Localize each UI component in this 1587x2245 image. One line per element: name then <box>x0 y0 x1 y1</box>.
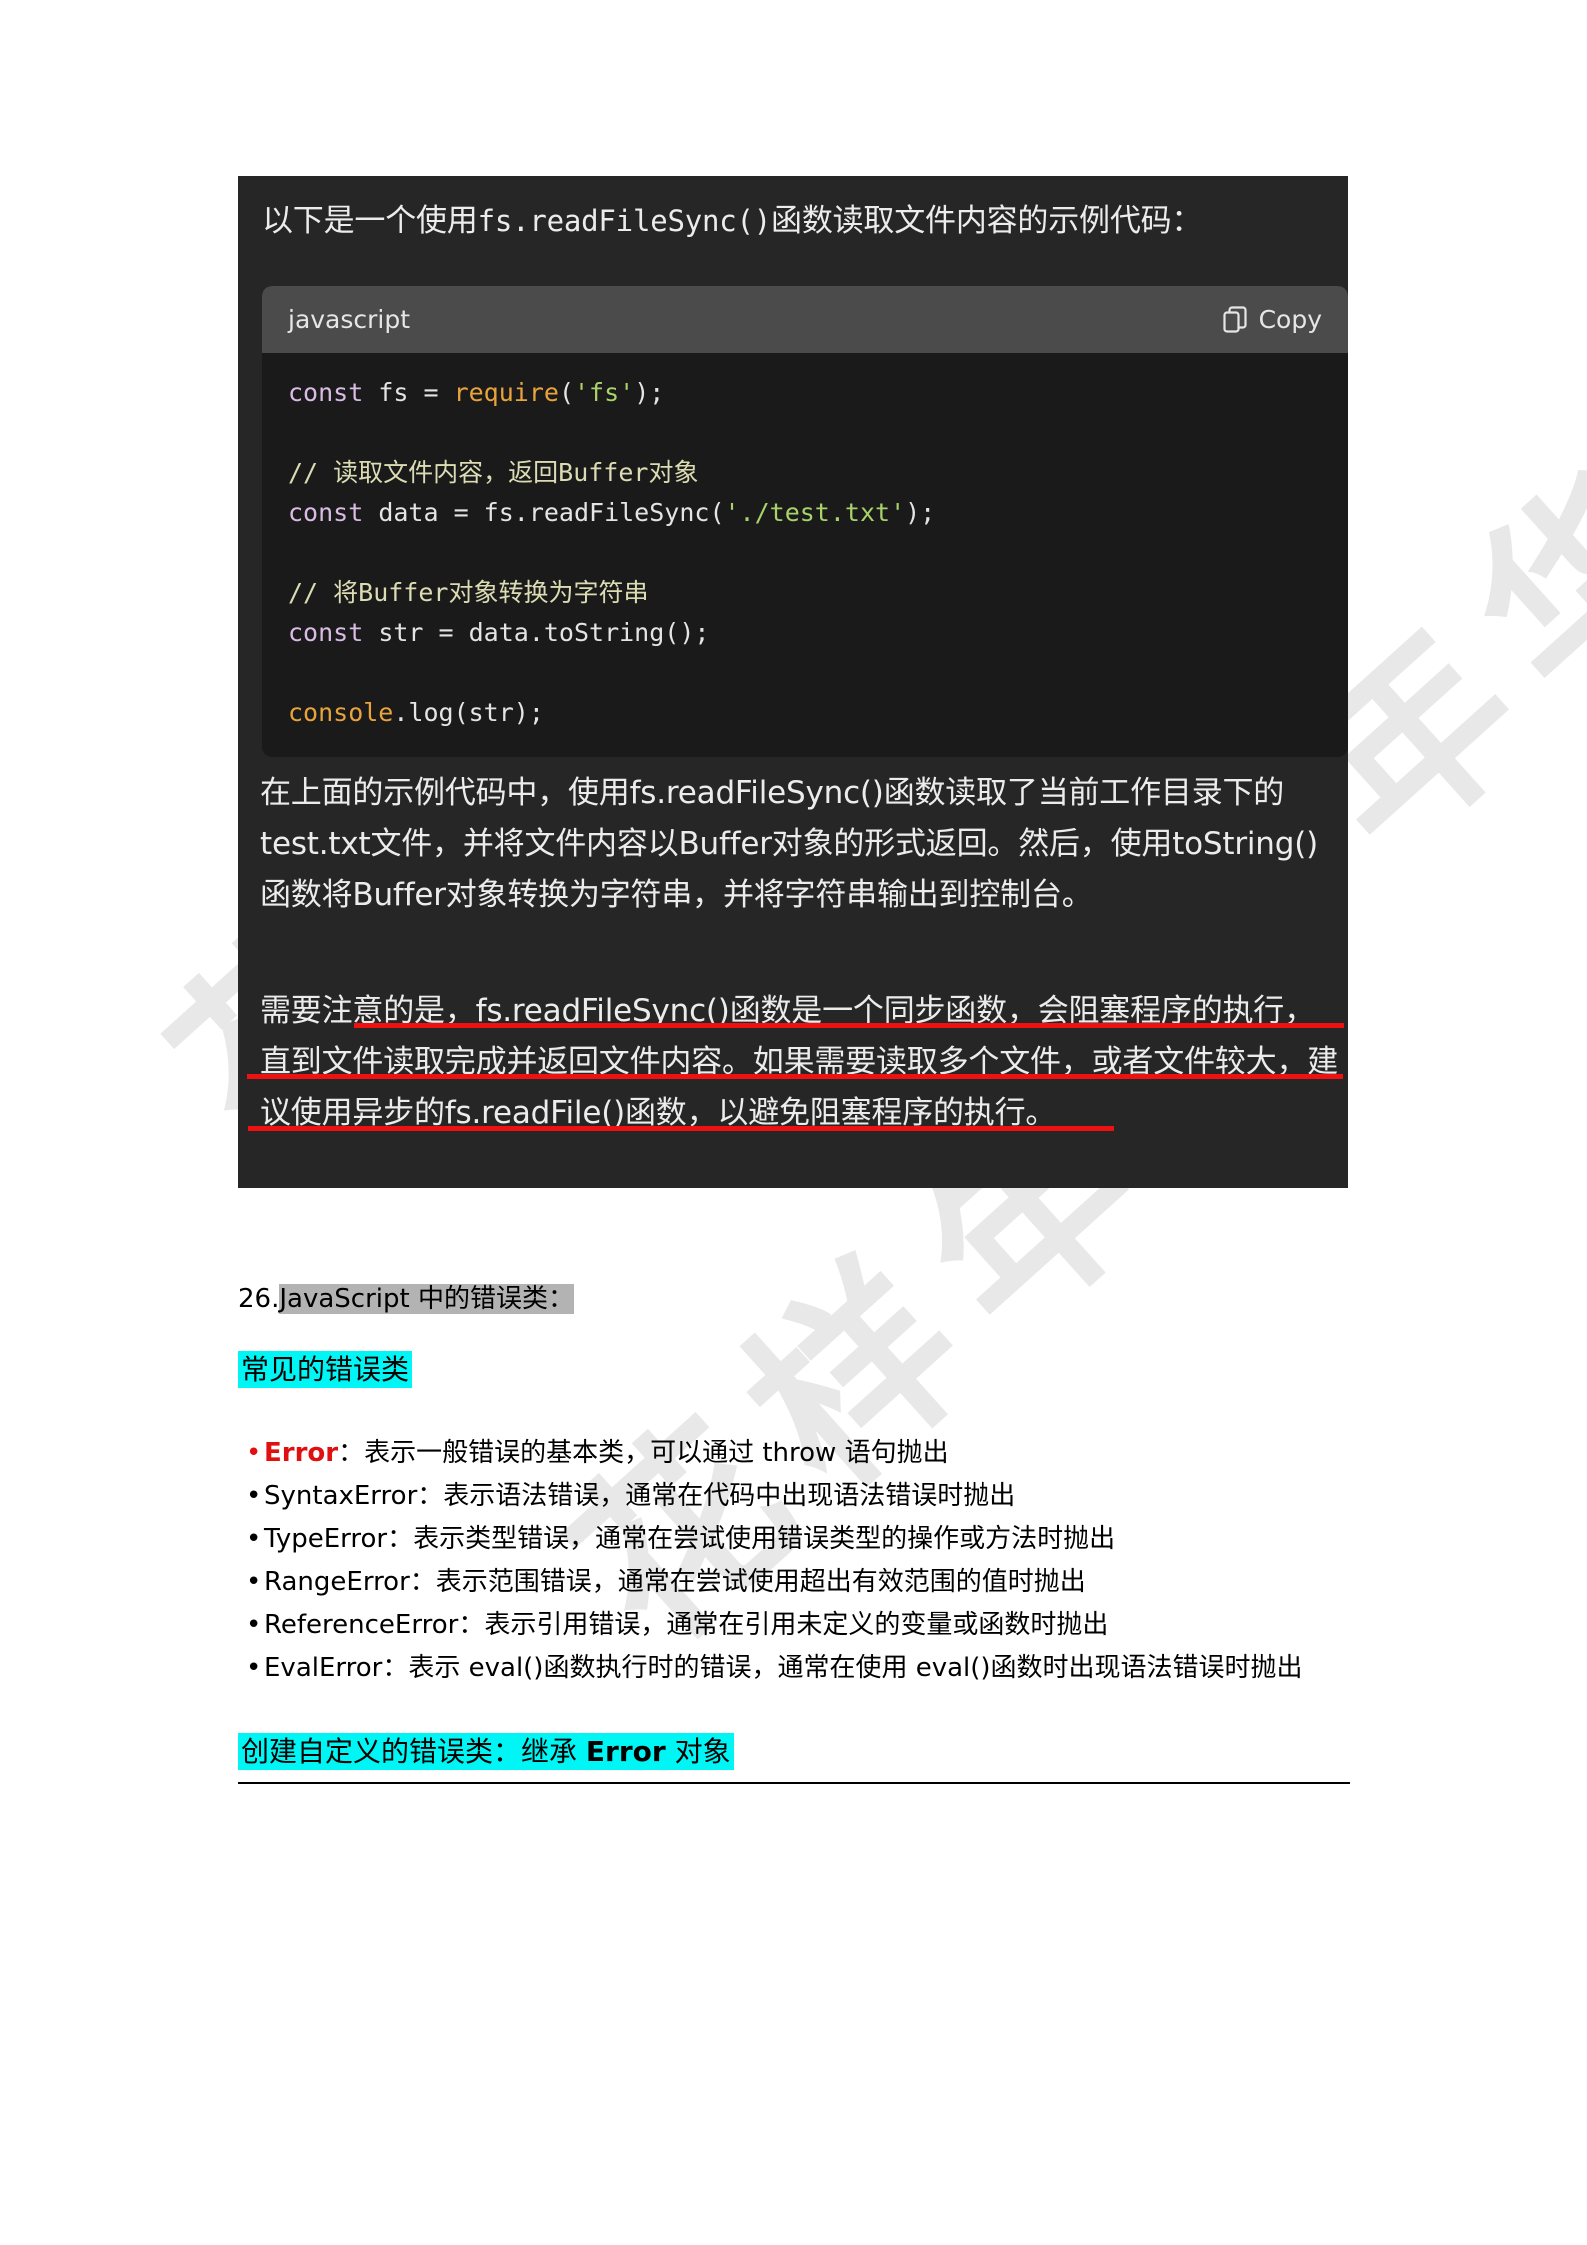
custom-title-part-b: 对象 <box>665 1735 731 1768</box>
red-underline-annotation <box>354 1023 1344 1028</box>
copy-pages-icon <box>1222 305 1247 333</box>
code-block-card: javascript Copy const fs = require('fs')… <box>262 286 1348 757</box>
error-class-name: SyntaxError <box>264 1481 418 1511</box>
code-token: ); <box>905 498 936 527</box>
copy-label: Copy <box>1258 305 1322 334</box>
code-token: ( <box>558 378 574 407</box>
code-language-label: javascript <box>288 305 411 334</box>
heading-number: 26. <box>238 1284 280 1314</box>
intro-code-term: fs.readFileSync() <box>477 204 772 238</box>
error-class-list-item: TypeError：表示类型错误，通常在尝试使用错误类型的操作或方法时抛出 <box>238 1518 1358 1561</box>
error-class-list: Error：表示一般错误的基本类，可以通过 throw 语句抛出SyntaxEr… <box>238 1432 1358 1690</box>
custom-title-bold-error: Error <box>585 1735 666 1768</box>
error-class-name: TypeError <box>264 1524 388 1554</box>
code-token: // 将Buffer对象转换为字符串 <box>288 578 649 607</box>
document-page: 以下是一个使用fs.readFileSync()函数读取文件内容的示例代码： j… <box>0 0 1587 2245</box>
code-token: console <box>288 698 394 727</box>
code-content: const fs = require('fs'); // 读取文件内容，返回Bu… <box>288 373 1322 733</box>
error-class-description: ：表示 eval()函数执行时的错误，通常在使用 eval()函数时出现语法错误… <box>382 1653 1303 1683</box>
code-token: // 读取文件内容，返回Buffer对象 <box>288 458 699 487</box>
error-class-name: EvalError <box>264 1653 383 1683</box>
code-token: fs <box>378 378 424 407</box>
heading-trailing-colon: ： <box>547 1284 574 1314</box>
chat-answer-block: 以下是一个使用fs.readFileSync()函数读取文件内容的示例代码： j… <box>238 176 1348 1188</box>
error-class-list-item: Error：表示一般错误的基本类，可以通过 throw 语句抛出 <box>238 1432 1358 1475</box>
code-token: ); <box>634 378 665 407</box>
intro-sentence: 以下是一个使用fs.readFileSync()函数读取文件内容的示例代码： <box>262 198 1332 244</box>
error-class-name: ReferenceError <box>264 1610 459 1640</box>
red-underline-annotation <box>248 1126 1114 1131</box>
code-block-header: javascript Copy <box>262 286 1348 353</box>
error-class-description: ：表示引用错误，通常在引用未定义的变量或函数时抛出 <box>458 1610 1109 1640</box>
code-token: = <box>423 378 454 407</box>
code-block-body: const fs = require('fs'); // 读取文件内容，返回Bu… <box>262 353 1348 757</box>
custom-title-part-a: 创建自定义的错误类：继承 <box>241 1735 586 1768</box>
code-token: 'fs' <box>574 378 635 407</box>
subsection-custom-errors-heading: 创建自定义的错误类：继承 Error 对象 <box>238 1732 734 1772</box>
horizontal-rule <box>238 1782 1350 1784</box>
error-class-name: Error <box>264 1438 339 1468</box>
error-class-list-item: ReferenceError：表示引用错误，通常在引用未定义的变量或函数时抛出 <box>238 1604 1358 1647</box>
error-class-description: ：表示一般错误的基本类，可以通过 throw 语句抛出 <box>338 1438 949 1468</box>
explanation-paragraph-2: 需要注意的是，fs.readFileSync()函数是一个同步函数，会阻塞程序的… <box>260 993 1338 1131</box>
error-class-list-item: RangeError：表示范围错误，通常在尝试使用超出有效范围的值时抛出 <box>238 1561 1358 1604</box>
heading-highlighted-text: JavaScript 中的错误类 <box>279 1284 548 1314</box>
code-token: './test.txt' <box>724 498 906 527</box>
code-token: const <box>288 498 379 527</box>
intro-prefix: 以下是一个使用 <box>262 203 478 239</box>
code-token: require <box>453 378 559 407</box>
code-token: .log(str); <box>393 698 544 727</box>
red-underline-annotation <box>247 1074 1343 1079</box>
code-token: str = data.toString(); <box>378 618 710 647</box>
error-class-description: ：表示类型错误，通常在尝试使用错误类型的操作或方法时抛出 <box>387 1524 1116 1554</box>
error-class-description: ：表示范围错误，通常在尝试使用超出有效范围的值时抛出 <box>409 1567 1086 1597</box>
copy-button[interactable]: Copy <box>1222 305 1322 334</box>
error-class-description: ：表示语法错误，通常在代码中出现语法错误时抛出 <box>417 1481 1016 1511</box>
subsection-common-errors-heading: 常见的错误类 <box>238 1350 413 1390</box>
error-class-list-item: SyntaxError：表示语法错误，通常在代码中出现语法错误时抛出 <box>238 1475 1358 1518</box>
error-class-name: RangeError <box>264 1567 410 1597</box>
code-token: data = fs.readFileSync( <box>378 498 725 527</box>
code-token: const <box>288 618 379 647</box>
code-token: const <box>288 378 379 407</box>
section-heading-26: 26.JavaScript 中的错误类： <box>238 1280 574 1318</box>
error-class-list-item: EvalError：表示 eval()函数执行时的错误，通常在使用 eval()… <box>238 1647 1358 1690</box>
subsection-common-errors-label: 常见的错误类 <box>238 1351 413 1388</box>
explanation-paragraph-1: 在上面的示例代码中，使用fs.readFileSync()函数读取了当前工作目录… <box>260 775 1319 913</box>
intro-suffix: 函数读取文件内容的示例代码： <box>771 203 1203 239</box>
